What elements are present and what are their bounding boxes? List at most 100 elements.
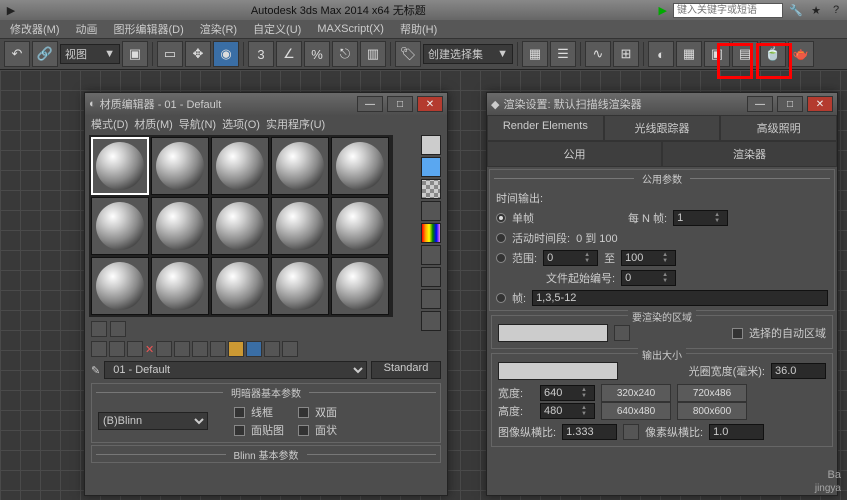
material-slot[interactable] [211, 197, 269, 255]
tools-icon[interactable]: 🔧 [789, 3, 803, 17]
facemap-checkbox[interactable]: 面贴图 [234, 422, 284, 438]
material-name-select[interactable]: 01 - Default [104, 361, 367, 379]
meditor-menu-utilities[interactable]: 实用程序(U) [266, 116, 325, 132]
render-close-button[interactable]: ✕ [807, 96, 833, 112]
single-radio[interactable] [496, 213, 506, 223]
video-color-button[interactable] [421, 223, 441, 243]
range-radio[interactable] [496, 253, 506, 263]
pivot-button[interactable]: ▣ [122, 41, 148, 67]
image-aspect-spinner[interactable]: 1.333 [562, 424, 617, 440]
selectionset-select[interactable]: 创建选择集▼ [423, 44, 513, 64]
background-button[interactable] [421, 179, 441, 199]
snap-angle-button[interactable]: ∠ [276, 41, 302, 67]
make-copy-button[interactable] [156, 341, 172, 357]
meditor-min-button[interactable]: — [357, 96, 383, 112]
snap-3-button[interactable]: 3 [248, 41, 274, 67]
material-slot[interactable] [151, 137, 209, 195]
preset-720-button[interactable]: 720x486 [677, 384, 747, 402]
material-slot[interactable] [271, 137, 329, 195]
file-start-spinner[interactable]: 0▲▼ [621, 270, 676, 286]
render-setup-button[interactable]: ▤ [732, 41, 758, 67]
faceted-checkbox[interactable]: 面状 [298, 422, 337, 438]
show-in-viewport-button[interactable] [228, 341, 244, 357]
aperture-spinner[interactable]: 36.0 [771, 363, 826, 379]
menu-modifiers[interactable]: 修改器(M) [4, 20, 66, 38]
menu-rendering[interactable]: 渲染(R) [194, 20, 243, 38]
meditor-close-button[interactable]: ✕ [417, 96, 443, 112]
tab-raytracer[interactable]: 光线跟踪器 [604, 115, 721, 141]
twosided-checkbox[interactable]: 双面 [298, 404, 337, 420]
every-n-spinner[interactable]: 1▲▼ [673, 210, 728, 226]
sample-type-button[interactable] [421, 135, 441, 155]
scroll-left-icon[interactable] [91, 321, 107, 337]
make-preview-button[interactable] [421, 245, 441, 265]
meditor-menu-material[interactable]: 材质(M) [134, 116, 173, 132]
height-spinner[interactable]: 480▲▼ [540, 403, 595, 419]
meditor-menu-navigation[interactable]: 导航(N) [179, 116, 216, 132]
material-slot[interactable] [91, 257, 149, 315]
meditor-max-button[interactable]: □ [387, 96, 413, 112]
render-frame-button[interactable]: ▣ [704, 41, 730, 67]
material-editor-button[interactable]: ◐ [648, 41, 674, 67]
link-button[interactable]: 🔗 [32, 41, 58, 67]
wire-checkbox[interactable]: 线框 [234, 404, 284, 420]
render-setup-btn1[interactable]: ▦ [676, 41, 702, 67]
schematic-button[interactable]: ⊞ [613, 41, 639, 67]
pixel-aspect-spinner[interactable]: 1.0 [709, 424, 764, 440]
material-slot[interactable] [211, 137, 269, 195]
menu-maxscript[interactable]: MAXScript(X) [311, 22, 390, 36]
frames-input[interactable] [532, 290, 828, 306]
material-slot[interactable] [331, 257, 389, 315]
material-slot[interactable] [271, 257, 329, 315]
align-button[interactable]: ▦ [522, 41, 548, 67]
backlight-button[interactable] [421, 157, 441, 177]
material-slot[interactable] [91, 197, 149, 255]
mirror-button[interactable]: ▥ [360, 41, 386, 67]
layers-button[interactable]: ☰ [550, 41, 576, 67]
help-icon[interactable]: ? [829, 3, 843, 17]
put-to-library-button[interactable] [192, 341, 208, 357]
select-button[interactable]: ▭ [157, 41, 183, 67]
render-min-button[interactable]: — [747, 96, 773, 112]
active-seg-radio[interactable] [496, 233, 506, 243]
range-from-spinner[interactable]: 0▲▼ [543, 250, 598, 266]
refcoords-select[interactable]: 视图▼ [60, 44, 120, 64]
menu-animation[interactable]: 动画 [70, 20, 104, 38]
assign-button[interactable] [127, 341, 143, 357]
material-slot-1[interactable] [91, 137, 149, 195]
tab-render-elements[interactable]: Render Elements [487, 115, 604, 141]
material-slot[interactable] [211, 257, 269, 315]
render-max-button[interactable]: □ [777, 96, 803, 112]
snap-percent-button[interactable]: % [304, 41, 330, 67]
material-slot[interactable] [331, 197, 389, 255]
scroll-right-icon[interactable] [110, 321, 126, 337]
sample-uv-button[interactable] [421, 201, 441, 221]
make-unique-button[interactable] [174, 341, 190, 357]
preset-800-button[interactable]: 800x600 [677, 402, 747, 420]
menu-grapheditors[interactable]: 图形编辑器(D) [108, 20, 190, 38]
preset-320-button[interactable]: 320x240 [601, 384, 671, 402]
shader-select[interactable]: (B)Blinn [98, 412, 208, 430]
select-move-button[interactable]: ✥ [185, 41, 211, 67]
namedsel-button[interactable]: 🏷 [395, 41, 421, 67]
put-to-scene-button[interactable] [109, 341, 125, 357]
mat-map-nav-button[interactable] [421, 311, 441, 331]
go-forward-button[interactable] [282, 341, 298, 357]
tab-adv-lighting[interactable]: 高级照明 [720, 115, 837, 141]
quick-render-button[interactable]: 🫖 [788, 41, 814, 67]
select-rotate-button[interactable]: ◉ [213, 41, 239, 67]
lock-aspect-icon[interactable] [623, 424, 639, 440]
tab-renderer[interactable]: 渲染器 [662, 141, 837, 167]
region-icon[interactable] [614, 325, 630, 341]
material-type-button[interactable]: Standard [371, 361, 441, 379]
output-preset-select[interactable]: 自定义▼ [498, 362, 618, 380]
get-material-button[interactable] [91, 341, 107, 357]
render-area-select[interactable]: 视图▼ [498, 324, 608, 342]
show-end-result-button[interactable] [246, 341, 262, 357]
tab-common[interactable]: 公用 [487, 141, 662, 167]
undo-button[interactable]: ↶ [4, 41, 30, 67]
star-icon[interactable]: ★ [809, 3, 823, 17]
help-search-input[interactable] [673, 3, 783, 18]
material-slot[interactable] [151, 257, 209, 315]
menu-help[interactable]: 帮助(H) [394, 20, 443, 38]
